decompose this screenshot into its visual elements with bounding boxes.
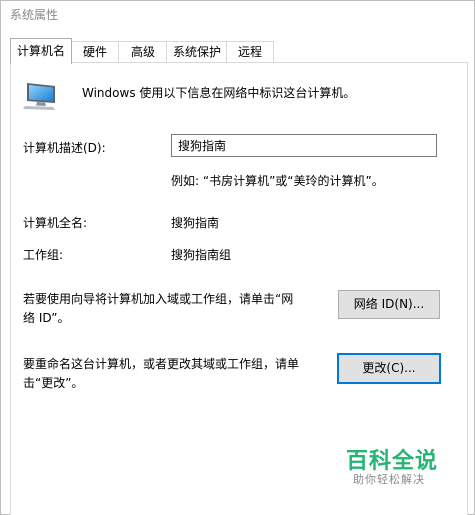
tab-hardware[interactable]: 硬件 [70,41,120,63]
window-title: 系统属性 [10,8,59,22]
computer-icon [23,83,55,110]
network-id-button[interactable]: 网络 ID(N)... [338,290,440,319]
workgroup-label: 工作组: [23,248,64,262]
title-bar[interactable]: 系统属性 [1,1,474,27]
network-id-instructions: 若要使用向导将计算机加入域或工作组，请单击“网络 ID”。 [23,292,294,325]
fullname-value: 搜狗指南 [171,216,220,230]
workgroup-value: 搜狗指南组 [171,248,232,262]
tab-computer-name[interactable]: 计算机名 [10,38,72,64]
watermark-subtitle: 助你轻松解决 [353,473,425,486]
tab-remote[interactable]: 远程 [226,41,274,63]
description-label: 计算机描述(D): [23,141,106,155]
tab-advanced[interactable]: 高级 [118,41,168,63]
fullname-label: 计算机全名: [23,216,88,230]
system-properties-window: 系统属性 计算机名 硬件 高级 系统保护 远程 Windows 使用以下信息在网… [0,0,475,515]
intro-text: Windows 使用以下信息在网络中标识这台计算机。 [82,86,356,100]
rename-instructions: 要重命名这台计算机，或者更改其域或工作组，请单击“更改”。 [23,357,300,390]
description-input[interactable]: 搜狗指南 [171,134,437,157]
change-button[interactable]: 更改(C)... [337,353,441,384]
tab-system-protection[interactable]: 系统保护 [166,41,228,63]
example-text: 例如: “书房计算机”或“美玲的计算机”。 [171,174,384,188]
